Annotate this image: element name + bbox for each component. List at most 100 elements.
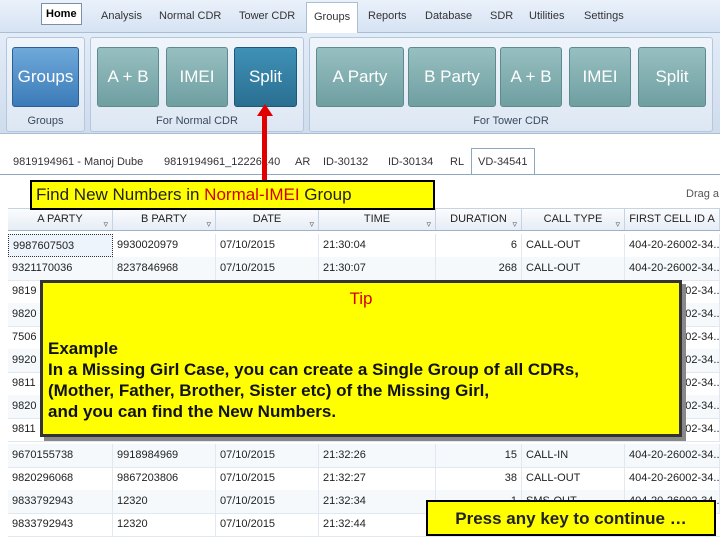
cell-date[interactable]: 07/10/2015 [216,234,319,257]
tip-title: Tip [349,289,373,308]
cell-a-party[interactable]: 9820296068 [8,467,113,490]
cell-time[interactable]: 21:32:34 [319,490,436,513]
cell-b-party[interactable]: 9867203806 [113,467,216,490]
cell-date[interactable]: 07/10/2015 [216,513,319,536]
col-label: FIRST CELL ID A [629,213,715,225]
cell-call-type[interactable]: CALL-OUT [522,257,625,280]
tip-box: Tip Example In a Missing Girl Case, you … [40,280,682,437]
tab-id-30134[interactable]: ID-30134 [388,152,433,172]
cell-duration[interactable]: 268 [436,257,522,280]
cell-time[interactable]: 21:30:04 [319,234,436,257]
cell-date[interactable]: 07/10/2015 [216,444,319,467]
callout-prefix: Find New Numbers in [36,185,205,204]
ribbon-group-tower-cdr: A Party B Party A + B IMEI Split For Tow… [309,37,713,132]
normal-split-button[interactable]: Split [234,47,297,107]
table-row[interactable]: 9670155738 9918984969 07/10/2015 21:32:2… [8,444,720,468]
col-label: B PARTY [140,213,188,225]
menu-utilities[interactable]: Utilities [529,0,564,32]
cell-call-type[interactable]: CALL-IN [522,444,625,467]
normal-imei-button[interactable]: IMEI [166,47,228,107]
cell-time[interactable]: 21:32:27 [319,467,436,490]
cell-date[interactable]: 07/10/2015 [216,490,319,513]
table-row[interactable]: 9321170036 8237846968 07/10/2015 21:30:0… [8,257,720,281]
ribbon-group-label: For Tower CDR [473,115,549,127]
cell-duration[interactable]: 15 [436,444,522,467]
tower-split-button[interactable]: Split [638,47,706,107]
cell-time[interactable]: 21:32:44 [319,513,436,536]
filter-icon[interactable]: ▿ [309,214,314,235]
menu-tower-cdr[interactable]: Tower CDR [239,0,295,32]
cell-duration[interactable]: 6 [436,234,522,257]
filter-icon[interactable]: ▿ [615,214,620,235]
menu-reports[interactable]: Reports [368,0,407,32]
cell-duration[interactable]: 38 [436,467,522,490]
menu-sdr[interactable]: SDR [490,0,513,32]
cell-a-party[interactable]: 9833792943 [8,490,113,513]
cell-time[interactable]: 21:32:26 [319,444,436,467]
col-label: A PARTY [37,213,83,225]
col-duration[interactable]: DURATION ▿ [436,209,522,230]
cell-call-type[interactable]: CALL-OUT [522,467,625,490]
table-row[interactable]: 9987607503 9930020979 07/10/2015 21:30:0… [8,234,720,258]
cell-b-party[interactable]: 9918984969 [113,444,216,467]
menu-home[interactable]: Home [41,3,82,25]
tab-divider [0,174,720,175]
cell-b-party[interactable]: 8237846968 [113,257,216,280]
press-any-key-prompt[interactable]: Press any key to continue … [426,500,716,536]
menu-settings[interactable]: Settings [584,0,624,32]
ribbon-group-label: For Normal CDR [156,115,238,127]
annotation-arrow [262,112,267,182]
col-label: DURATION [450,213,507,225]
menu-analysis[interactable]: Analysis [101,0,142,32]
ribbon-group-label: Groups [27,115,64,127]
cell-first-cell-id[interactable]: 404-20-26002-34... [625,467,720,490]
cell-b-party[interactable]: 9930020979 [113,234,216,257]
groups-button[interactable]: Groups [12,47,79,107]
cell-first-cell-id[interactable]: 404-20-26002-34... [625,257,720,280]
cell-date[interactable]: 07/10/2015 [216,467,319,490]
col-a-party[interactable]: A PARTY ▿ [8,209,113,230]
cell-b-party[interactable]: 12320 [113,490,216,513]
menu-database[interactable]: Database [425,0,472,32]
col-call-type[interactable]: CALL TYPE ▿ [522,209,625,230]
cell-first-cell-id[interactable]: 404-20-26002-34... [625,234,720,257]
menu-groups[interactable]: Groups [306,2,359,33]
filter-icon[interactable]: ▿ [426,214,431,235]
cell-a-party[interactable]: 9670155738 [8,444,113,467]
ribbon-group-groups: Groups Groups [6,37,85,132]
tab-id-30132[interactable]: ID-30132 [323,152,368,172]
tab-rl[interactable]: RL [450,152,464,172]
cell-call-type[interactable]: CALL-OUT [522,234,625,257]
cell-date[interactable]: 07/10/2015 [216,257,319,280]
col-first-cell-id-a[interactable]: FIRST CELL ID A [625,209,720,230]
col-time[interactable]: TIME ▿ [319,209,436,230]
tab-manoj-dube[interactable]: 9819194961 - Manoj Dube [13,152,143,172]
filter-icon[interactable]: ▿ [206,214,211,235]
callout-highlight: Normal-IMEI [204,185,300,204]
cell-a-party[interactable]: 9987607503 [8,234,113,257]
cell-time[interactable]: 21:30:07 [319,257,436,280]
normal-a-plus-b-button[interactable]: A + B [97,47,159,107]
filter-icon[interactable]: ▿ [103,214,108,235]
col-date[interactable]: DATE ▿ [216,209,319,230]
tower-a-plus-b-button[interactable]: A + B [500,47,562,107]
grid-header: A PARTY ▿ B PARTY ▿ DATE ▿ TIME ▿ DURATION ▿ … [8,208,720,231]
callout-find-new-numbers: Find New Numbers in Normal-IMEI Group [30,180,435,210]
col-label: DATE [252,213,282,225]
col-b-party[interactable]: B PARTY ▿ [113,209,216,230]
tower-imei-button[interactable]: IMEI [569,47,631,107]
cell-b-party[interactable]: 12320 [113,513,216,536]
tower-b-party-button[interactable]: B Party [408,47,496,107]
group-panel-hint: Drag a [686,188,720,200]
menu-normal-cdr[interactable]: Normal CDR [159,0,221,32]
tab-ar[interactable]: AR [295,152,310,172]
cell-first-cell-id[interactable]: 404-20-26002-34... [625,444,720,467]
filter-icon[interactable]: ▿ [512,214,517,235]
col-label: TIME [363,213,391,225]
table-row[interactable]: 9820296068 9867203806 07/10/2015 21:32:2… [8,467,720,491]
cell-a-party[interactable]: 9833792943 [8,513,113,536]
menu-bar: Home Analysis Normal CDR Tower CDR Group… [0,0,720,33]
tab-vd-34541[interactable]: VD-34541 [471,148,535,175]
cell-a-party[interactable]: 9321170036 [8,257,113,280]
tower-a-party-button[interactable]: A Party [316,47,404,107]
